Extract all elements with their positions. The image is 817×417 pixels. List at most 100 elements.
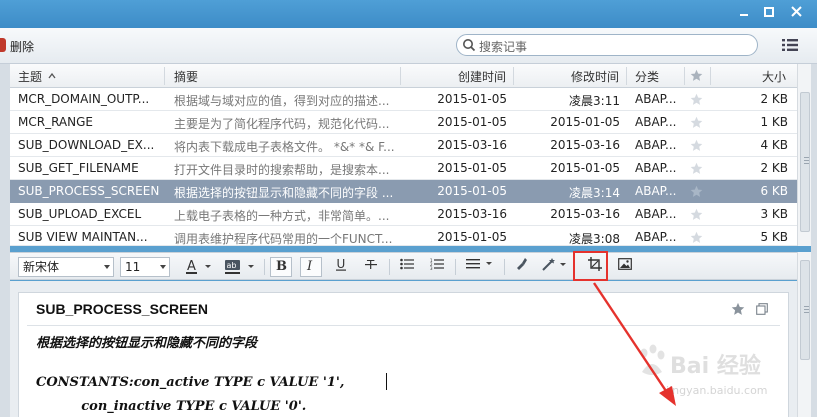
column-divider[interactable] (400, 67, 401, 85)
brush-icon (517, 258, 527, 270)
maximize-button[interactable] (758, 4, 780, 22)
column-divider[interactable] (626, 67, 627, 85)
note-body-line[interactable]: 根据选择的按钮显示和隐藏不同的字段 (36, 332, 257, 351)
column-divider[interactable] (513, 67, 514, 85)
star-icon[interactable] (690, 139, 703, 152)
chevron-down-icon (160, 265, 166, 269)
list-item[interactable]: SUB VIEW MAINTAN... 调用表维护程序代码常用的一个FUNCT.… (10, 226, 797, 246)
item-subject: SUB_PROCESS_SCREEN (18, 184, 160, 198)
item-category: ABAP... (635, 161, 677, 175)
item-created: 2015-03-16 (437, 207, 507, 221)
paw-logo-icon (640, 344, 665, 375)
note-body-line[interactable]: CONSTANTS:con_active TYPE c VALUE '1', (36, 375, 344, 390)
numbered-list-button[interactable]: 123 (426, 257, 448, 277)
note-body-line[interactable]: con_inactive TYPE c VALUE '0'. (36, 399, 306, 414)
font-family-select[interactable]: 新宋体 (18, 257, 114, 277)
align-button[interactable] (462, 257, 498, 277)
close-button[interactable] (785, 4, 807, 22)
column-summary[interactable]: 摘要 (174, 68, 198, 85)
copy-icon[interactable] (756, 303, 768, 315)
item-category: ABAP... (635, 92, 677, 106)
list-scrollbar-thumb[interactable] (800, 92, 810, 232)
right-panel-edge (811, 64, 817, 417)
font-color-button[interactable]: A (182, 257, 216, 277)
column-divider[interactable] (164, 67, 165, 85)
scroll-grip (804, 157, 809, 158)
menu-icon[interactable] (782, 38, 798, 52)
column-subject[interactable]: 主题 (18, 68, 42, 85)
list-item[interactable]: SUB_UPLOAD_EXCEL 上载电子表格的一种方式，非常简单。... 20… (10, 203, 797, 226)
scroll-grip (804, 309, 809, 310)
favorite-column-icon[interactable] (690, 69, 703, 82)
search-icon (463, 39, 476, 52)
item-category: ABAP... (635, 230, 677, 244)
sort-asc-icon (48, 73, 56, 79)
svg-text:3: 3 (430, 266, 433, 270)
item-size: 5 KB (760, 230, 788, 244)
watermark-url: jingyan.baidu.com (666, 384, 768, 397)
toolbar-separator (504, 259, 505, 275)
item-modified: 2015-01-05 (550, 115, 620, 129)
editor-scrollbar[interactable] (797, 252, 811, 417)
editor-scrollbar-thumb[interactable] (800, 260, 810, 360)
item-summary: 主要是为了简化程序代码，规范化代码... (174, 117, 390, 131)
font-size-select[interactable]: 11 (120, 257, 170, 277)
chevron-down-icon (104, 265, 110, 269)
item-category: ABAP... (635, 138, 677, 152)
column-divider[interactable] (710, 67, 711, 85)
item-modified: 凌晨3:14 (569, 186, 620, 200)
column-created[interactable]: 创建时间 (458, 68, 506, 85)
bullet-list-icon (400, 258, 414, 270)
item-modified: 凌晨3:08 (569, 232, 620, 246)
column-modified[interactable]: 修改时间 (571, 68, 619, 85)
star-icon[interactable] (690, 208, 703, 221)
underline-button[interactable]: U (330, 257, 352, 277)
note-title-divider (27, 325, 780, 326)
item-created: 2015-01-05 (437, 184, 507, 198)
list-item[interactable]: SUB_DOWNLOAD_EX... 将内表下载成电子表格文件。 *&* *& … (10, 134, 797, 157)
toolbar-separator (455, 259, 456, 275)
italic-button[interactable]: I (300, 257, 322, 277)
item-summary: 打开文件目录时的搜索帮助，是搜索本... (174, 163, 390, 177)
star-icon[interactable] (690, 116, 703, 129)
strikethrough-icon: T (365, 258, 377, 272)
item-size: 6 KB (760, 184, 788, 198)
magic-wand-button[interactable] (540, 257, 570, 277)
star-icon[interactable] (690, 162, 703, 175)
list-item-selected[interactable]: SUB_PROCESS_SCREEN 根据选择的按钮显示和隐藏不同的字段 ...… (10, 180, 797, 203)
format-painter-button[interactable] (510, 257, 532, 277)
star-icon[interactable] (690, 93, 703, 106)
item-modified: 凌晨3:11 (569, 94, 620, 108)
close-icon (790, 6, 802, 17)
strikethrough-button[interactable]: T (360, 257, 382, 277)
delete-button[interactable]: 删除 (10, 38, 34, 55)
toolbar-separator (389, 259, 390, 275)
item-size: 2 KB (760, 92, 788, 106)
svg-text:B: B (276, 259, 287, 272)
list-item[interactable]: MCR_RANGE 主要是为了简化程序代码，规范化代码... 2015-01-0… (10, 111, 797, 134)
search-input[interactable]: 搜索记事 (479, 38, 527, 55)
minimize-button[interactable] (733, 4, 755, 22)
bold-button[interactable]: B (270, 257, 292, 277)
favorite-star-icon[interactable] (731, 302, 745, 316)
minimize-icon (740, 14, 748, 16)
star-icon[interactable] (690, 185, 703, 198)
note-title[interactable]: SUB_PROCESS_SCREEN (36, 301, 208, 317)
star-icon[interactable] (690, 231, 703, 244)
item-size: 3 KB (760, 207, 788, 221)
list-item[interactable]: MCR_DOMAIN_OUTP... 根据域与域对应的值，得到对应的描述... … (10, 88, 797, 111)
highlight-color-button[interactable]: ab (222, 257, 258, 277)
item-subject: MCR_DOMAIN_OUTP... (18, 92, 150, 106)
scroll-grip (804, 160, 809, 161)
column-size[interactable]: 大小 (762, 68, 786, 85)
column-divider[interactable] (684, 67, 685, 85)
item-summary: 根据选择的按钮显示和隐藏不同的字段 ... (174, 186, 394, 200)
column-category[interactable]: 分类 (635, 68, 659, 85)
list-scrollbar[interactable] (797, 64, 811, 246)
notes-list: 主题 摘要 创建时间 修改时间 分类 大小 MCR_DOMAIN_OUTP...… (10, 64, 797, 246)
bullet-list-button[interactable] (396, 257, 418, 277)
magic-wand-icon (542, 258, 566, 271)
insert-image-button[interactable] (614, 257, 636, 277)
search-box[interactable]: 搜索记事 (456, 34, 758, 56)
list-item[interactable]: SUB_GET_FILENAME 打开文件目录时的搜索帮助，是搜索本... 20… (10, 157, 797, 180)
